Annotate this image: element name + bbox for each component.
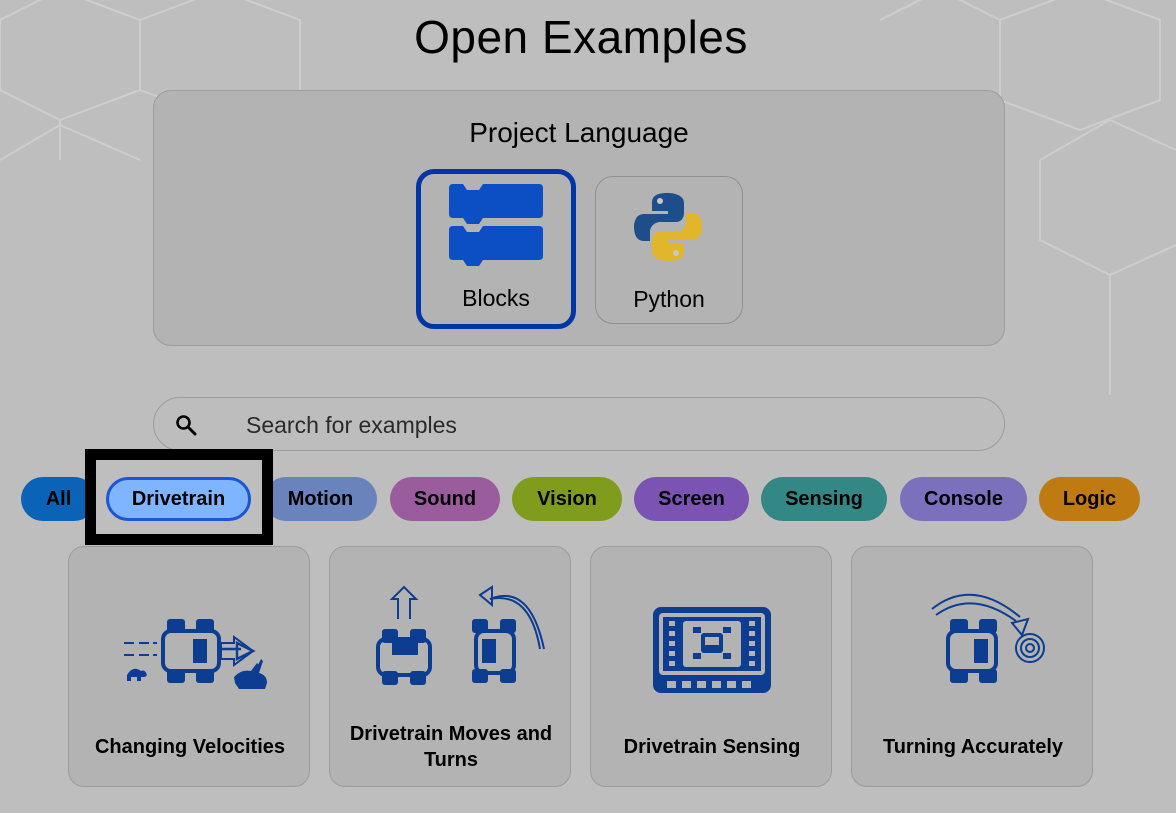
chip-sensing[interactable]: Sensing: [761, 477, 887, 521]
chip-all-label: All: [45, 487, 72, 510]
chip-all[interactable]: All: [21, 477, 96, 521]
chip-console-label: Console: [924, 487, 1003, 510]
chip-sound[interactable]: Sound: [390, 477, 500, 521]
example-card-changing-velocities[interactable]: Changing Velocities: [68, 546, 310, 787]
example-card-drivetrain-sensing[interactable]: Drivetrain Sensing: [590, 546, 832, 787]
chip-motion-label: Motion: [287, 487, 354, 510]
project-language-title: Project Language: [469, 117, 689, 148]
search-icon: [176, 415, 197, 436]
page-title: Open Examples: [414, 11, 748, 63]
python-label: Python: [633, 286, 705, 312]
chip-console[interactable]: Console: [900, 477, 1027, 521]
python-icon: [634, 193, 702, 261]
search-bar: [153, 397, 1005, 452]
example-title: Changing Velocities: [94, 736, 286, 758]
example-card-drivetrain-moves-and-turns[interactable]: Drivetrain Moves and Turns: [329, 546, 571, 787]
blocks-language-button[interactable]: Blocks: [416, 169, 576, 329]
example-card-turning-accurately[interactable]: Turning Accurately: [851, 546, 1093, 787]
chip-sensing-label: Sensing: [785, 487, 863, 510]
python-language-button[interactable]: Python: [595, 176, 743, 324]
chip-logic[interactable]: Logic: [1039, 477, 1140, 521]
search-input[interactable]: [244, 398, 968, 452]
chip-screen-label: Screen: [658, 487, 725, 510]
chip-screen[interactable]: Screen: [634, 477, 749, 521]
chip-drivetrain[interactable]: Drivetrain: [106, 477, 251, 521]
chip-vision[interactable]: Vision: [512, 477, 622, 521]
example-title: Drivetrain Sensing: [623, 736, 801, 758]
project-language-panel: Project Language Blocks Python: [153, 90, 1005, 346]
blocks-icon: [449, 184, 543, 266]
chip-motion[interactable]: Motion: [264, 477, 377, 521]
example-title: Turning Accurately: [882, 736, 1064, 758]
chip-logic-label: Logic: [1062, 487, 1117, 510]
blocks-label: Blocks: [462, 285, 530, 311]
example-title: Drivetrain Moves and Turns: [349, 723, 553, 771]
chip-drivetrain-label: Drivetrain: [131, 487, 226, 510]
chip-sound-label: Sound: [413, 487, 477, 510]
chip-vision-label: Vision: [537, 487, 597, 510]
